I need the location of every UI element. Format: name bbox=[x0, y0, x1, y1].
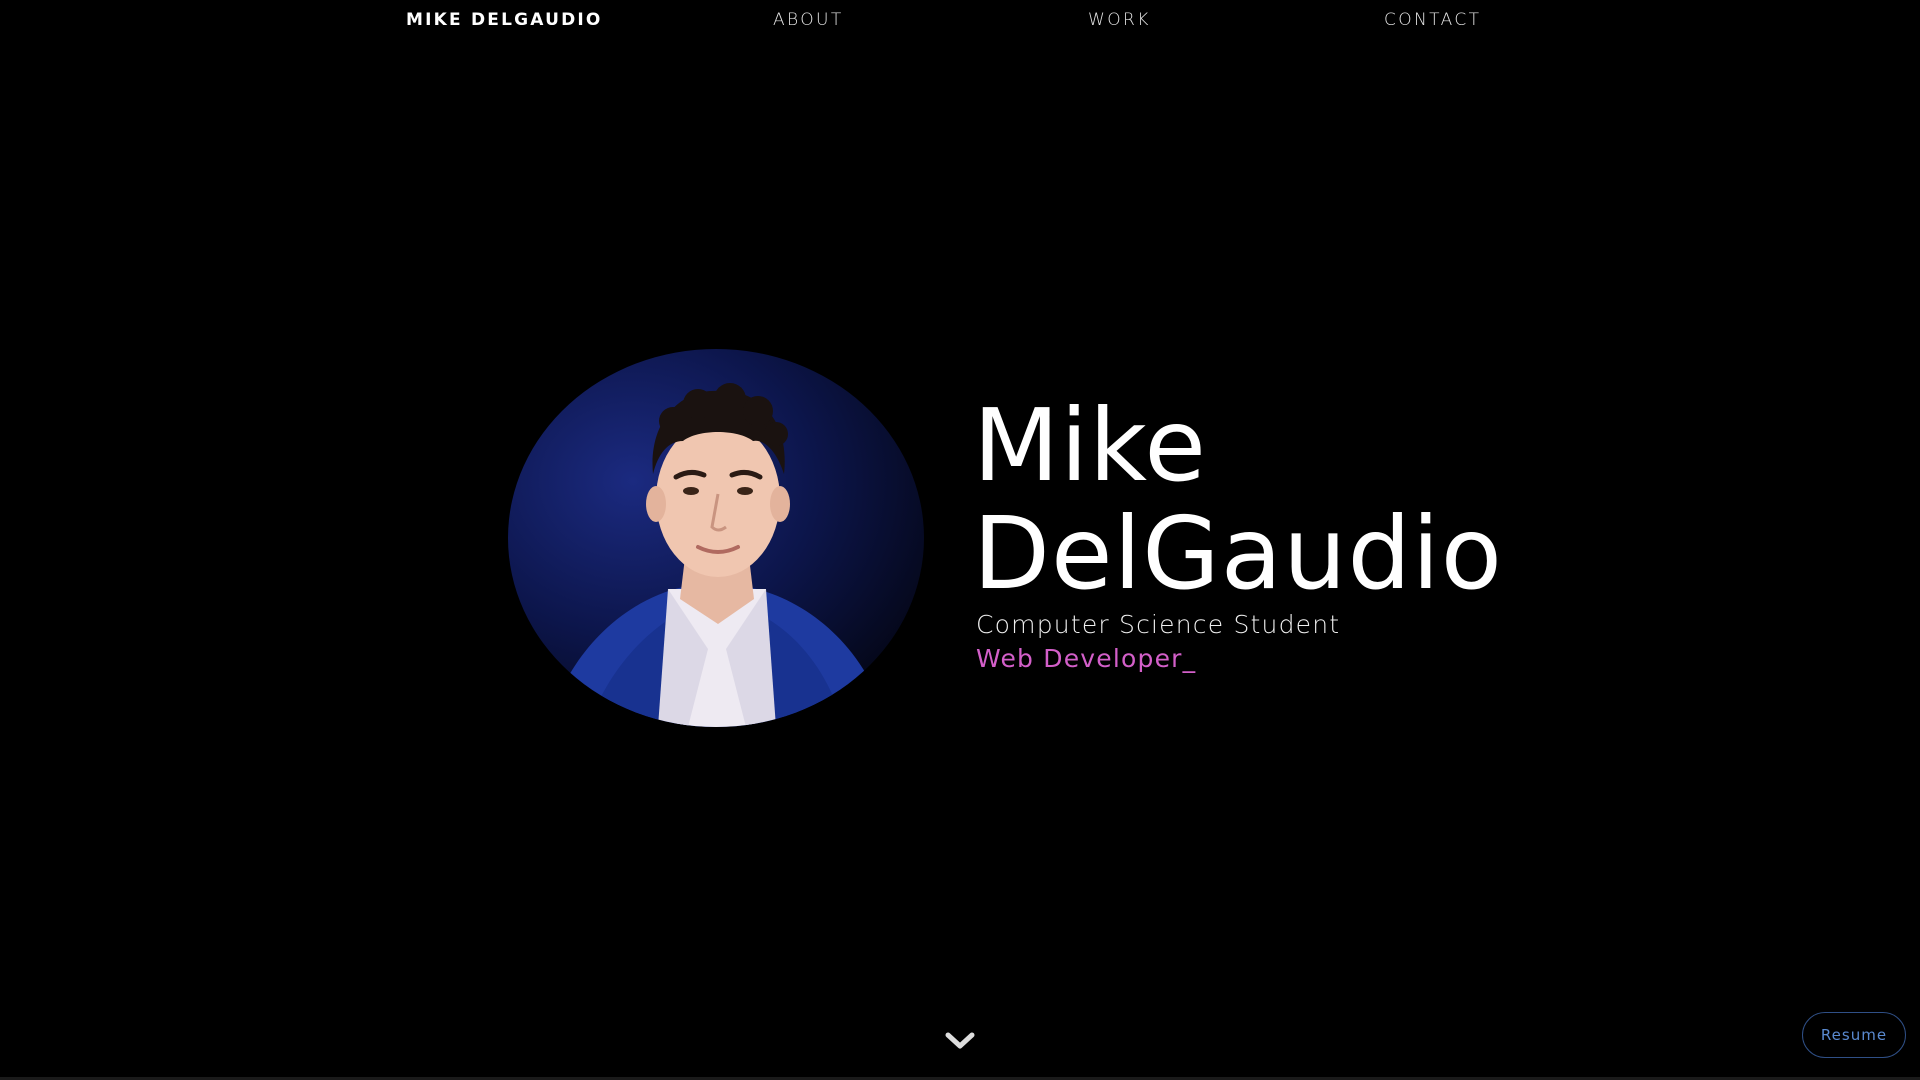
top-navigation: MIKE DELGAUDIO ABOUT WORK CONTACT bbox=[0, 0, 1920, 42]
hero-last-name: DelGaudio bbox=[973, 495, 1503, 612]
profile-photo bbox=[508, 349, 924, 727]
hero-subtitle: Computer Science Student bbox=[976, 610, 1341, 639]
resume-button[interactable]: Resume bbox=[1802, 1012, 1906, 1058]
nav-contact-link[interactable]: CONTACT bbox=[1384, 10, 1481, 30]
hero-first-name: Mike bbox=[973, 387, 1207, 504]
nav-work-link[interactable]: WORK bbox=[1088, 10, 1151, 30]
chevron-down-icon[interactable] bbox=[944, 1030, 976, 1052]
hero-name: Mike DelGaudio bbox=[973, 392, 1503, 608]
nav-brand-link[interactable]: MIKE DELGAUDIO bbox=[406, 10, 603, 30]
nav-about-link[interactable]: ABOUT bbox=[773, 10, 844, 30]
hero-typed-role: Web Developer_ bbox=[976, 644, 1197, 673]
